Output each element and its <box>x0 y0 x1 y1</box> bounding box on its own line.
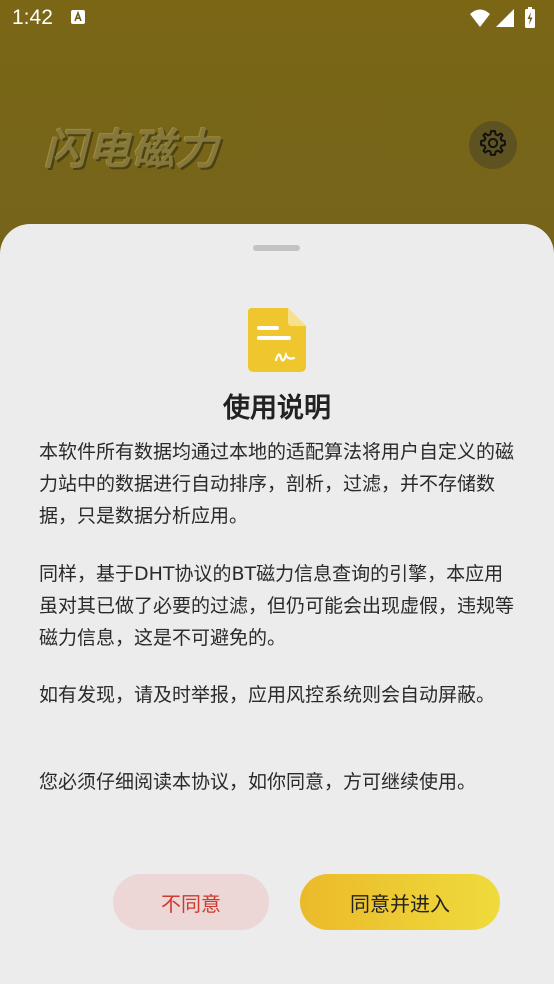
disagree-button[interactable]: 不同意 <box>113 874 269 930</box>
usage-instructions-sheet: 使用说明 本软件所有数据均通过本地的适配算法将用户自定义的磁力站中的数据进行自动… <box>0 224 554 984</box>
battery-charging-icon <box>525 7 535 28</box>
paragraph-dht-disclaimer: 同样，基于DHT协议的BT磁力信息查询的引擎，本应用虽对其已做了必要的过滤，但仍… <box>39 563 515 649</box>
paragraph-data-processing: 本软件所有数据均通过本地的适配算法将用户自定义的磁力站中的数据进行自动排序，剖析… <box>39 441 515 527</box>
dialog-title: 使用说明 <box>223 393 331 424</box>
status-time: 1:42 <box>12 6 53 29</box>
wifi-icon <box>470 9 490 27</box>
paragraph-agreement: 您必须仔细阅读本协议，如你同意，方可继续使用。 <box>39 771 477 793</box>
settings-button[interactable] <box>469 121 517 169</box>
app-title: 闪电磁力 <box>44 125 221 174</box>
signal-icon <box>496 9 514 27</box>
gear-icon <box>478 128 508 162</box>
status-icons <box>468 6 542 30</box>
paragraph-report: 如有发现，请及时举报，应用风控系统则会自动屏蔽。 <box>39 684 496 706</box>
status-bar: 1:42 <box>0 0 554 38</box>
agree-and-enter-button[interactable]: 同意并进入 <box>300 874 500 930</box>
sheet-drag-handle[interactable] <box>253 245 300 251</box>
document-signature-icon <box>248 308 306 372</box>
font-a-icon <box>70 9 86 25</box>
